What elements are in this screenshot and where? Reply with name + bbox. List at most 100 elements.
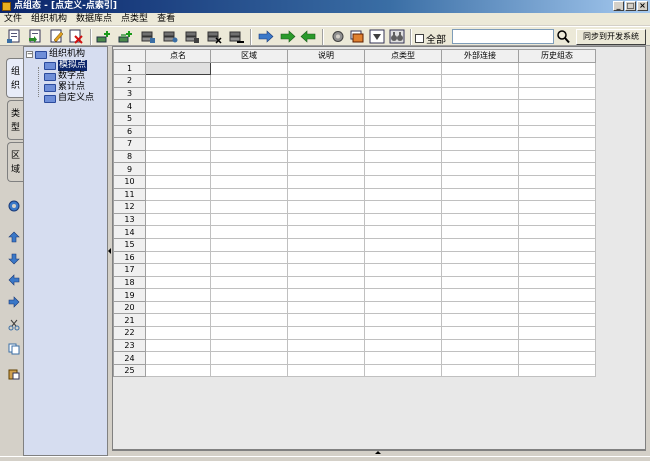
arrow-left-icon[interactable] bbox=[8, 274, 20, 286]
paste-icon[interactable] bbox=[8, 368, 20, 380]
minimize-button[interactable]: _ bbox=[613, 1, 624, 11]
grid-cell[interactable] bbox=[364, 61, 442, 76]
grid-cell[interactable] bbox=[518, 74, 596, 88]
column-header[interactable]: 说明 bbox=[287, 49, 365, 63]
grid-cell[interactable] bbox=[518, 313, 596, 328]
grid-cell[interactable] bbox=[145, 187, 211, 202]
table-row[interactable]: 1 bbox=[113, 61, 596, 76]
delete-icon[interactable] bbox=[68, 29, 84, 44]
collapse-panel-icon[interactable] bbox=[108, 248, 111, 254]
search-icon[interactable] bbox=[556, 29, 570, 44]
column-header[interactable]: 点名 bbox=[145, 49, 211, 63]
table-row[interactable]: 10 bbox=[113, 174, 596, 189]
column-header[interactable]: 外部连接 bbox=[441, 49, 519, 63]
table-row[interactable]: 22 bbox=[113, 326, 596, 340]
row-number[interactable]: 9 bbox=[113, 162, 146, 176]
grid-cell[interactable] bbox=[210, 137, 288, 151]
add-group-icon[interactable] bbox=[118, 29, 134, 44]
row-number[interactable]: 13 bbox=[113, 212, 146, 227]
table-row[interactable]: 12 bbox=[113, 200, 596, 214]
grid-cell[interactable] bbox=[364, 212, 442, 227]
grid-cell[interactable] bbox=[518, 162, 596, 176]
grid-cell[interactable] bbox=[518, 338, 596, 353]
column-header[interactable]: 点类型 bbox=[364, 49, 442, 63]
database-clear-icon[interactable] bbox=[228, 29, 244, 44]
table-row[interactable]: 14 bbox=[113, 225, 596, 239]
grid-cell[interactable] bbox=[364, 275, 442, 290]
binoculars-icon[interactable] bbox=[389, 29, 405, 44]
row-number[interactable]: 6 bbox=[113, 124, 146, 139]
grid-cell[interactable] bbox=[145, 326, 211, 340]
grid-cell[interactable] bbox=[210, 313, 288, 328]
row-number[interactable]: 7 bbox=[113, 137, 146, 151]
grid-cell[interactable] bbox=[441, 250, 519, 265]
grid-cell[interactable] bbox=[145, 237, 211, 252]
tree-item-analog[interactable]: 模拟点 bbox=[44, 60, 88, 71]
grid-cell[interactable] bbox=[364, 99, 442, 113]
grid-cell[interactable] bbox=[518, 275, 596, 290]
grid-cell[interactable] bbox=[518, 300, 596, 315]
row-number[interactable]: 25 bbox=[113, 363, 146, 378]
menu-view[interactable]: 查看 bbox=[157, 13, 175, 25]
row-number[interactable]: 14 bbox=[113, 225, 146, 239]
row-number[interactable]: 15 bbox=[113, 237, 146, 252]
grid-cell[interactable] bbox=[210, 74, 288, 88]
grid-cell[interactable] bbox=[287, 162, 365, 176]
grid-cell[interactable] bbox=[287, 174, 365, 189]
row-number[interactable]: 1 bbox=[113, 61, 146, 76]
grid-cell[interactable] bbox=[287, 250, 365, 265]
grid-cell[interactable] bbox=[287, 351, 365, 365]
grid-cell[interactable] bbox=[518, 86, 596, 101]
table-row[interactable]: 16 bbox=[113, 250, 596, 265]
table-row[interactable]: 5 bbox=[113, 111, 596, 126]
column-header[interactable]: 历史组态 bbox=[518, 49, 596, 63]
row-number[interactable]: 21 bbox=[113, 313, 146, 328]
grid-cell[interactable] bbox=[441, 162, 519, 176]
grid-cell[interactable] bbox=[364, 111, 442, 126]
grid-cell[interactable] bbox=[518, 288, 596, 302]
row-number[interactable]: 4 bbox=[113, 99, 146, 113]
grid-cell[interactable] bbox=[287, 275, 365, 290]
grid-cell[interactable] bbox=[441, 124, 519, 139]
row-number[interactable]: 5 bbox=[113, 111, 146, 126]
row-number[interactable]: 11 bbox=[113, 187, 146, 202]
grid-cell[interactable] bbox=[364, 200, 442, 214]
grid-cell[interactable] bbox=[210, 351, 288, 365]
grid-cell[interactable] bbox=[145, 351, 211, 365]
grid-cell[interactable] bbox=[364, 351, 442, 365]
table-row[interactable]: 6 bbox=[113, 124, 596, 139]
grid-cell[interactable] bbox=[287, 187, 365, 202]
grid-cell[interactable] bbox=[287, 99, 365, 113]
grid-cell[interactable] bbox=[145, 288, 211, 302]
grid-cell[interactable] bbox=[287, 149, 365, 164]
grid-cell[interactable] bbox=[210, 162, 288, 176]
collapse-icon[interactable]: − bbox=[26, 51, 33, 58]
refresh-icon[interactable] bbox=[8, 200, 20, 212]
grid-cell[interactable] bbox=[441, 300, 519, 315]
grid-cell[interactable] bbox=[518, 187, 596, 202]
grid-cell[interactable] bbox=[364, 174, 442, 189]
grid-cell[interactable] bbox=[518, 237, 596, 252]
grid-cell[interactable] bbox=[210, 363, 288, 378]
grid-cell[interactable] bbox=[518, 111, 596, 126]
grid-cell[interactable] bbox=[441, 351, 519, 365]
all-checkbox-box[interactable] bbox=[415, 34, 424, 43]
grid-cell[interactable] bbox=[287, 212, 365, 227]
grid-cell[interactable] bbox=[210, 111, 288, 126]
grid-cell[interactable] bbox=[287, 74, 365, 88]
grid-cell[interactable] bbox=[210, 99, 288, 113]
grid-cell[interactable] bbox=[441, 137, 519, 151]
grid-cell[interactable] bbox=[287, 326, 365, 340]
grid-cell[interactable] bbox=[441, 275, 519, 290]
grid-cell[interactable] bbox=[518, 250, 596, 265]
table-row[interactable]: 8 bbox=[113, 149, 596, 164]
grid-cell[interactable] bbox=[441, 288, 519, 302]
grid-cell[interactable] bbox=[441, 363, 519, 378]
grid-cell[interactable] bbox=[518, 174, 596, 189]
grid-cell[interactable] bbox=[364, 74, 442, 88]
table-row[interactable]: 24 bbox=[113, 351, 596, 365]
grid-cell[interactable] bbox=[287, 137, 365, 151]
grid-cell[interactable] bbox=[441, 225, 519, 239]
row-number[interactable]: 23 bbox=[113, 338, 146, 353]
table-row[interactable]: 17 bbox=[113, 263, 596, 277]
